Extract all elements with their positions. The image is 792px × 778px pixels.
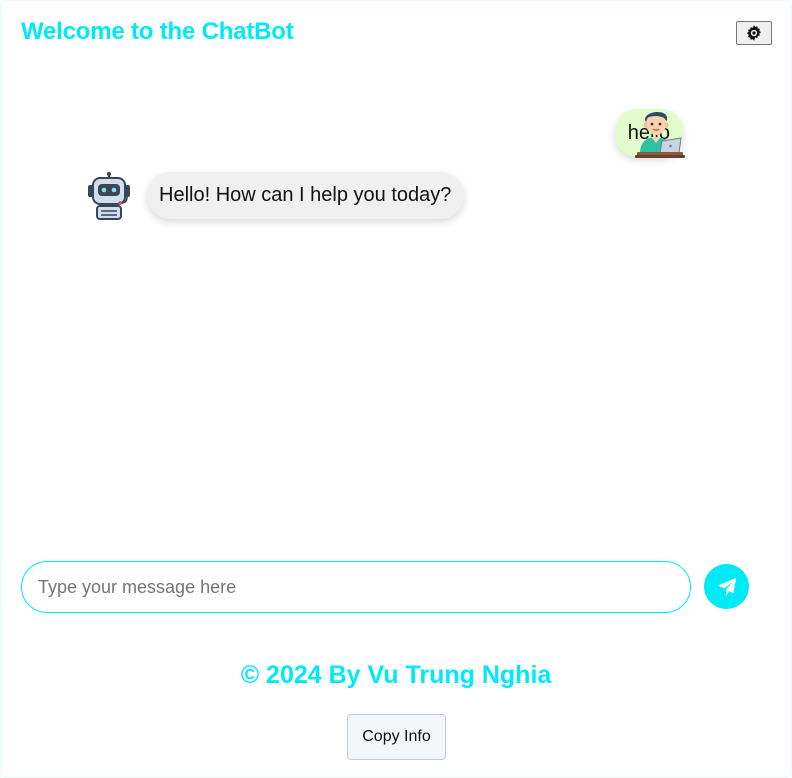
gear-icon (746, 25, 762, 41)
send-icon (717, 577, 736, 596)
user-avatar-icon (635, 111, 685, 158)
footer-credit: © 2024 By Vu Trung Nghia (240, 661, 552, 689)
bot-message-bubble: Hello! How can I help you today? (147, 172, 465, 219)
copy-info-button[interactable]: Copy Info (347, 714, 446, 760)
send-button[interactable] (704, 564, 749, 609)
robot-avatar-icon (88, 172, 130, 220)
page-title: Welcome to the ChatBot (21, 18, 294, 45)
message-input[interactable] (21, 561, 691, 613)
theme-toggle-button[interactable] (736, 21, 772, 45)
chat-window: Welcome to the ChatBot hello Hello! How … (0, 0, 792, 778)
